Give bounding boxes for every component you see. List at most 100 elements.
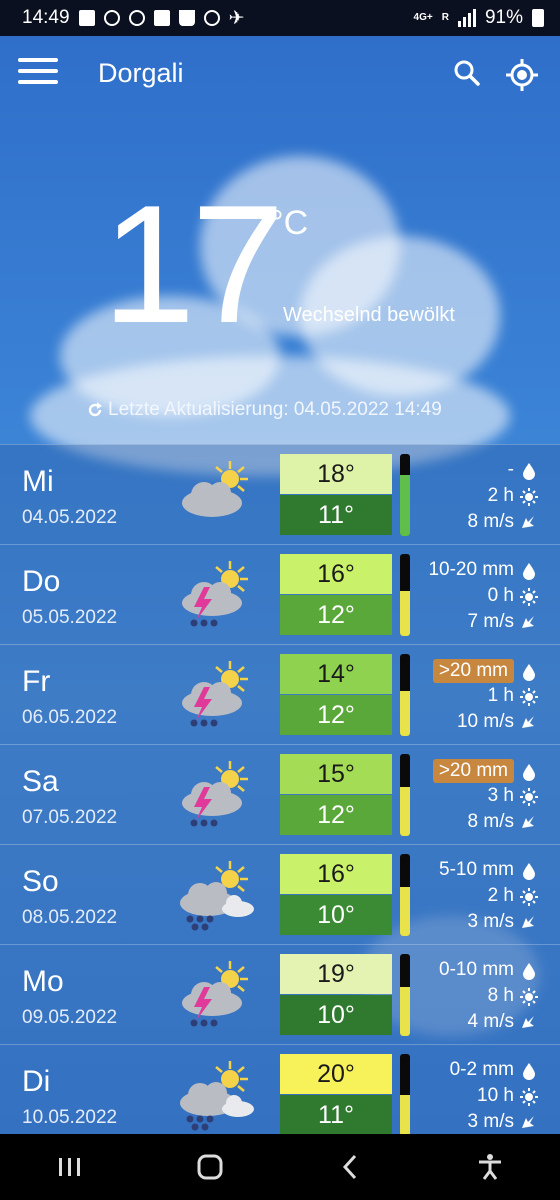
forecast-row[interactable]: Fr 06.05.2022 14° 12° >20 mm 1 h 10 m/s xyxy=(0,644,560,744)
temperature-gauge xyxy=(400,754,410,836)
app-icon xyxy=(128,10,145,26)
status-bar: 14:49 ✈ 4G+ R 91% xyxy=(0,0,560,36)
sunshine-value: 8 h xyxy=(487,985,514,1006)
max-temperature: 20° xyxy=(280,1054,392,1094)
raindrop-icon xyxy=(520,1062,536,1080)
mail-icon xyxy=(78,10,95,26)
max-temperature: 16° xyxy=(280,854,392,894)
home-button[interactable] xyxy=(190,1147,230,1187)
forecast-day: Mi xyxy=(22,465,54,498)
thunder-rain-icon xyxy=(174,559,258,631)
roaming-label: R xyxy=(441,12,449,23)
thunder-rain-icon xyxy=(174,659,258,731)
forecast-date: 07.05.2022 xyxy=(22,807,118,828)
temperature-gauge xyxy=(400,1054,410,1136)
locate-button[interactable] xyxy=(505,58,539,92)
forecast-row[interactable]: Di 10.05.2022 20° 11° 0-2 mm 10 h 3 m/s xyxy=(0,1044,560,1144)
gallery-icon xyxy=(153,10,170,26)
max-temperature: 19° xyxy=(280,954,392,994)
precipitation: 0-2 mm xyxy=(450,1059,536,1081)
wind-value: 3 m/s xyxy=(467,911,514,932)
sunshine: 0 h xyxy=(487,585,538,607)
sunshine-value: 0 h xyxy=(487,585,514,606)
min-temperature: 11° xyxy=(280,1095,392,1135)
thunder-rain-icon xyxy=(174,959,258,1031)
wind: 3 m/s xyxy=(468,1111,536,1133)
precipitation-value: - xyxy=(507,459,514,480)
sun-icon xyxy=(520,988,538,1006)
max-temperature: 15° xyxy=(280,754,392,794)
wind-direction-icon xyxy=(520,814,536,830)
min-temperature: 11° xyxy=(280,495,392,535)
min-temperature: 12° xyxy=(280,595,392,635)
precipitation: 10-20 mm xyxy=(428,559,536,581)
sunshine: 1 h xyxy=(488,685,538,707)
precipitation-value: 0-10 mm xyxy=(439,959,514,980)
notification-icon xyxy=(103,10,120,26)
navigation-bar xyxy=(0,1134,560,1200)
sunshine-value: 2 h xyxy=(487,885,514,906)
wind-direction-icon xyxy=(520,1114,536,1130)
wind-value: 10 m/s xyxy=(456,711,514,732)
accessibility-icon xyxy=(479,1154,501,1180)
precipitation-value: 10-20 mm xyxy=(428,559,514,580)
forecast-row[interactable]: So 08.05.2022 16° 10° 5-10 mm 2 h 3 m/s xyxy=(0,844,560,944)
precipitation: 0-10 mm xyxy=(439,959,536,981)
signal-icon xyxy=(457,9,476,27)
city-name[interactable]: Dorgali xyxy=(98,58,184,89)
sun-icon xyxy=(520,788,538,806)
forecast-row[interactable]: Mo 09.05.2022 19° 10° 0-10 mm 8 h 4 m/s xyxy=(0,944,560,1044)
forecast-day: Do xyxy=(22,565,61,598)
wind-value: 8 m/s xyxy=(467,811,514,832)
sunshine: 2 h xyxy=(488,485,538,507)
wind-value: 7 m/s xyxy=(467,611,514,632)
wind-direction-icon xyxy=(520,914,536,930)
sunshine-value: 3 h xyxy=(487,785,514,806)
thunder-rain-icon xyxy=(174,759,258,831)
precipitation-value: 5-10 mm xyxy=(439,859,514,880)
last-update[interactable]: Letzte Aktualisierung: 04.05.2022 14:49 xyxy=(86,399,442,421)
raindrop-icon xyxy=(520,562,536,580)
current-temperature: 17 xyxy=(102,170,285,358)
forecast-list: Mi 04.05.2022 18° 11° - 2 h 8 m/s Do 05.… xyxy=(0,444,560,1144)
forecast-day: Sa xyxy=(22,765,59,798)
sunshine: 2 h xyxy=(487,885,538,907)
wind-value: 8 m/s xyxy=(467,511,514,532)
raindrop-icon xyxy=(520,462,536,480)
airplane-icon: ✈ xyxy=(228,7,245,29)
wind: 8 m/s xyxy=(468,511,536,533)
temperature-gauge xyxy=(400,554,410,636)
accessibility-button[interactable] xyxy=(470,1147,510,1187)
gps-icon xyxy=(506,59,538,91)
precipitation: >20 mm xyxy=(432,659,536,683)
status-time: 14:49 xyxy=(22,7,70,28)
menu-button[interactable] xyxy=(18,58,58,88)
forecast-row[interactable]: Sa 07.05.2022 15° 12° >20 mm 3 h 8 m/s xyxy=(0,744,560,844)
wind-value: 3 m/s xyxy=(467,1111,514,1132)
min-temperature: 10° xyxy=(280,995,392,1035)
cloud-rain-icon xyxy=(174,1059,258,1131)
wind: 3 m/s xyxy=(468,911,536,933)
sun-icon xyxy=(520,888,538,906)
forecast-date: 10.05.2022 xyxy=(22,1107,118,1128)
back-icon xyxy=(342,1154,357,1180)
temperature-gauge xyxy=(400,654,410,736)
weather-condition: Wechselnd bewölkt xyxy=(283,304,455,326)
max-temperature: 14° xyxy=(280,654,392,694)
temperature-gauge xyxy=(400,854,410,936)
precipitation: 5-10 mm xyxy=(439,859,536,881)
forecast-day: Fr xyxy=(22,665,51,698)
precipitation-value: >20 mm xyxy=(432,659,514,683)
min-temperature: 10° xyxy=(280,895,392,935)
recent-apps-button[interactable] xyxy=(50,1147,90,1187)
wind: 10 m/s xyxy=(457,711,536,733)
back-button[interactable] xyxy=(330,1147,370,1187)
sunshine: 10 h xyxy=(477,1085,538,1107)
search-button[interactable] xyxy=(452,58,484,90)
wind-direction-icon xyxy=(520,714,536,730)
recent-apps-icon xyxy=(59,1158,80,1176)
home-icon xyxy=(197,1154,223,1180)
max-temperature: 16° xyxy=(280,554,392,594)
forecast-row[interactable]: Do 05.05.2022 16° 12° 10-20 mm 0 h 7 m/s xyxy=(0,544,560,644)
forecast-row[interactable]: Mi 04.05.2022 18° 11° - 2 h 8 m/s xyxy=(0,444,560,544)
